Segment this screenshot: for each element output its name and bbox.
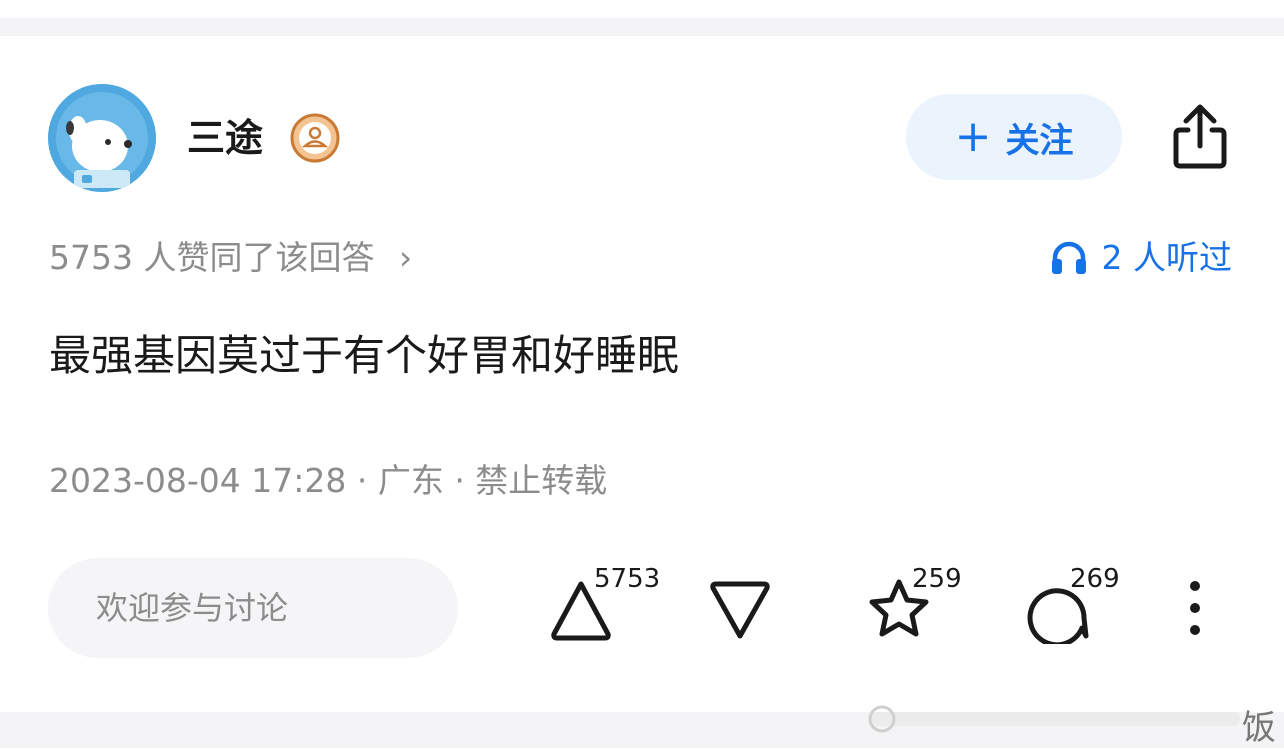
more-button[interactable] (1180, 578, 1210, 638)
chevron-right-icon: › (398, 238, 413, 277)
answer-meta: 2023-08-04 17:28 · 广东 · 禁止转载 (49, 461, 608, 500)
more-vertical-icon (1190, 581, 1200, 635)
plus-icon: + (954, 111, 992, 162)
comment-input[interactable]: 欢迎参与讨论 (48, 558, 458, 658)
author-name[interactable]: 三途 (187, 112, 263, 164)
author-avatar[interactable] (48, 84, 156, 192)
watermark-text: 饭 (1242, 708, 1276, 748)
comment-count: 269 (1070, 564, 1120, 594)
share-button[interactable] (1168, 102, 1232, 172)
headphones-icon (1051, 241, 1086, 274)
comment-button[interactable]: 269 (1024, 564, 1134, 644)
favorite-count: 259 (912, 564, 962, 594)
agree-text: 5753 人赞同了该回答 (49, 238, 375, 277)
downvote-button[interactable] (705, 574, 775, 644)
watermark-shape (868, 705, 1240, 733)
upvote-button[interactable]: 5753 (546, 564, 668, 644)
user-badge-icon (290, 113, 340, 163)
watermark: 饭 (868, 688, 1284, 748)
top-divider (0, 0, 1284, 36)
favorite-button[interactable]: 259 (864, 564, 974, 644)
share-icon (1173, 104, 1227, 169)
follow-label: 关注 (1005, 120, 1074, 161)
agree-stats-link[interactable]: 5753 人赞同了该回答 › (49, 234, 412, 282)
answer-text[interactable]: 最强基因莫过于有个好胃和好睡眠 (49, 326, 679, 386)
downvote-icon (710, 581, 770, 639)
dog-avatar-icon (48, 84, 156, 192)
listen-text: 2 人听过 (1101, 238, 1233, 277)
follow-button[interactable]: + 关注 (906, 94, 1122, 180)
listen-stats[interactable]: 2 人听过 (1050, 234, 1233, 282)
upvote-count: 5753 (594, 564, 661, 594)
